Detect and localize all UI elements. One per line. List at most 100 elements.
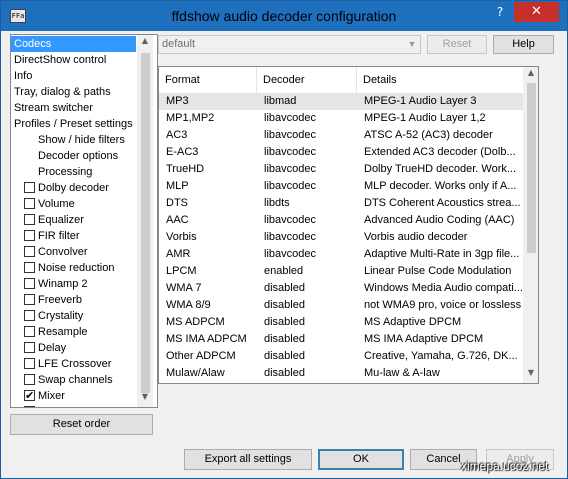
settings-tree[interactable]: Codecs DirectShow control Info Tray, dialog… [10, 34, 158, 408]
tree-item[interactable]: Show / hide filters [38, 132, 136, 148]
table-row[interactable]: TrueHD libavcodec Dolby TrueHD decoder. Wo… [159, 161, 523, 178]
table-row[interactable]: MS IMA ADPCM disabled MS IMA Adaptive DPCM [159, 331, 523, 348]
tree-item-label: Freeverb [38, 294, 83, 306]
tree-item[interactable]: Volume [11, 196, 136, 212]
checkbox[interactable] [24, 230, 35, 241]
table-row[interactable]: AC3 libavcodec ATSC A-52 (AC3) decoder [159, 127, 523, 144]
format-cell: AMR [166, 248, 191, 260]
tree-item-label: Crystality [38, 310, 84, 322]
list-scroll-thumb[interactable] [527, 83, 536, 253]
list-scrollbar[interactable]: ▲ ▼ [523, 67, 538, 383]
format-cell: LPCM [166, 265, 197, 277]
checkbox[interactable] [24, 294, 35, 305]
tree-item[interactable]: Processing [38, 164, 136, 180]
tree-item[interactable]: Resample [11, 324, 136, 340]
checkbox[interactable] [24, 262, 35, 273]
table-row[interactable]: MS ADPCM disabled MS Adaptive DPCM [159, 314, 523, 331]
table-row[interactable]: AMR libavcodec Adaptive Multi-Rate in 3gp … [159, 246, 523, 263]
checkbox[interactable] [24, 214, 35, 225]
tree-item[interactable]: Codecs [11, 36, 136, 52]
tree-item[interactable]: Stream switcher [14, 100, 136, 116]
table-row[interactable]: Other ADPCM disabled Creative, Yamaha, G.7… [159, 348, 523, 365]
tree-item-label: Mixer [38, 390, 65, 402]
tree-item[interactable]: Convolver [11, 244, 136, 260]
checkbox[interactable] [24, 358, 35, 369]
tree-item[interactable]: Dolby decoder [11, 180, 136, 196]
tree-item[interactable]: Equalizer [11, 212, 136, 228]
table-row[interactable]: LPCM enabled Linear Pulse Code Modulation [159, 263, 523, 280]
scroll-up-icon[interactable]: ▲ [137, 36, 153, 45]
reset-order-button[interactable]: Reset order [10, 414, 153, 435]
details-cell: MLP decoder. Works only if A... [364, 180, 517, 192]
scroll-down-icon[interactable]: ▼ [523, 368, 538, 377]
details-cell: Vorbis audio decoder [364, 231, 468, 243]
format-cell: WMA 8/9 [166, 299, 211, 311]
format-cell: MS ADPCM [166, 316, 225, 328]
codecs-list[interactable]: Format Decoder Details MP3 libmad MPEG-1 A… [158, 66, 539, 384]
table-row[interactable]: Vorbis libavcodec Vorbis audio decoder [159, 229, 523, 246]
checkbox[interactable] [24, 310, 35, 321]
tree-item-label: Noise reduction [38, 262, 115, 274]
scroll-down-icon[interactable]: ▼ [137, 392, 153, 401]
checkbox[interactable] [24, 246, 35, 257]
checkbox[interactable] [24, 406, 35, 407]
table-row[interactable]: Mulaw/Alaw disabled Mu-law & A-law [159, 365, 523, 382]
table-row[interactable]: WMA 7 disabled Windows Media Audio compati… [159, 280, 523, 297]
tree-item-label: Processing [38, 166, 93, 178]
tree-item[interactable]: Decoder options [38, 148, 136, 164]
column-header-format[interactable]: Format [159, 67, 257, 93]
tree-item[interactable]: LFE Crossover [11, 356, 136, 372]
table-row[interactable]: MP3 libmad MPEG-1 Audio Layer 3 [159, 93, 523, 110]
tree-item-label: LFE Crossover [38, 358, 112, 370]
format-cell: TrueHD [166, 163, 205, 175]
format-cell: E-AC3 [166, 146, 199, 158]
ok-button[interactable]: OK [318, 449, 404, 470]
tree-item-label: Codecs [14, 38, 52, 50]
tree-item[interactable]: FIR filter [11, 228, 136, 244]
table-row[interactable]: DTS libdts DTS Coherent Acoustics strea... [159, 195, 523, 212]
close-icon[interactable]: ✕ [514, 2, 559, 22]
checkbox[interactable] [24, 278, 35, 289]
checkbox[interactable] [24, 198, 35, 209]
table-row[interactable]: MP1,MP2 libavcodec MPEG-1 Audio Layer 1,2 [159, 110, 523, 127]
checkbox[interactable] [24, 182, 35, 193]
column-header-details[interactable]: Details [357, 67, 525, 93]
table-row[interactable]: E-AC3 libavcodec Extended AC3 decoder (Dol… [159, 144, 523, 161]
chevron-down-icon: ▼ [407, 39, 417, 49]
table-row[interactable]: AAC libavcodec Advanced Audio Coding (AAC) [159, 212, 523, 229]
format-cell: Mulaw/Alaw [166, 367, 225, 379]
column-header-decoder[interactable]: Decoder [257, 67, 357, 93]
title-bar[interactable]: FFa ffdshow audio decoder configuration … [1, 1, 567, 31]
help-button[interactable]: Help [493, 35, 554, 54]
export-all-settings-button[interactable]: Export all settings [184, 449, 312, 470]
tree-item[interactable]: Winamp 2 [11, 276, 136, 292]
tree-item[interactable]: Freeverb [11, 292, 136, 308]
scroll-up-icon[interactable]: ▲ [523, 68, 538, 77]
format-cell: Vorbis [166, 231, 197, 243]
tree-item[interactable]: Info [14, 68, 136, 84]
tree-item[interactable]: Noise reduction [11, 260, 136, 276]
tree-item[interactable]: Crystality [11, 308, 136, 324]
details-cell: Advanced Audio Coding (AAC) [364, 214, 515, 226]
tree-item[interactable]: OSD [11, 404, 136, 407]
tree-item[interactable]: Tray, dialog & paths [14, 84, 136, 100]
tree-item[interactable]: Mixer [11, 388, 136, 404]
checkbox[interactable] [24, 326, 35, 337]
checkbox[interactable] [24, 374, 35, 385]
checkbox[interactable] [24, 342, 35, 353]
decoder-cell: libavcodec [264, 163, 316, 175]
preset-reset-button[interactable]: Reset [427, 35, 487, 54]
table-row[interactable]: MLP libavcodec MLP decoder. Works only if … [159, 178, 523, 195]
tree-item-label: Info [14, 70, 33, 82]
checkbox-checked[interactable] [24, 388, 35, 404]
tree-item[interactable]: DirectShow control [14, 52, 136, 68]
format-cell: AAC [166, 214, 189, 226]
preset-select-value: default [162, 38, 196, 50]
tree-scroll-thumb[interactable] [141, 53, 150, 393]
tree-item[interactable]: Swap channels [11, 372, 136, 388]
help-icon[interactable]: ? [487, 2, 513, 22]
tree-item[interactable]: Profiles / Preset settings [14, 116, 136, 132]
preset-select[interactable]: default ▼ [158, 35, 421, 54]
table-row[interactable]: WMA 8/9 disabled not WMA9 pro, voice or lo… [159, 297, 523, 314]
tree-item[interactable]: Delay [11, 340, 136, 356]
